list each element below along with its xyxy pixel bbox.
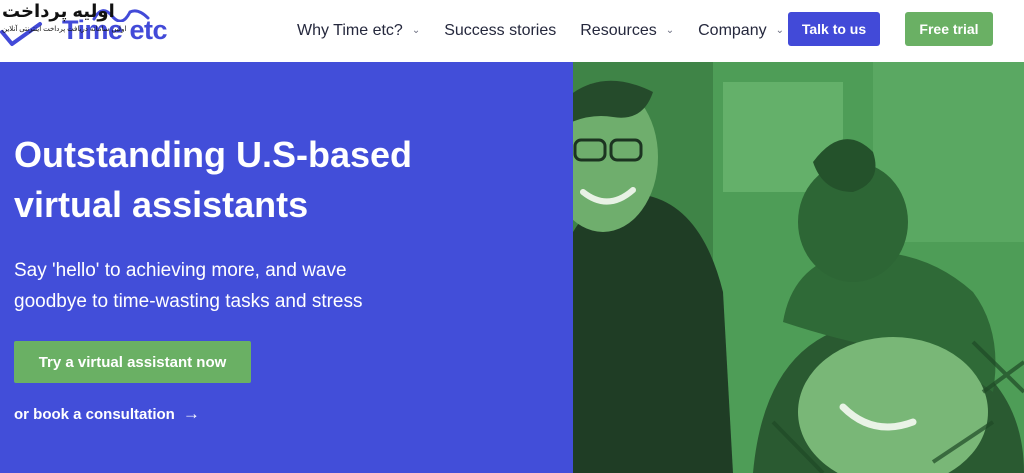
nav-item-company[interactable]: Company ⌄	[698, 22, 784, 40]
hero-title: Outstanding U.S-based virtual assistants	[14, 130, 534, 230]
nav-item-label: Why Time etc?	[297, 22, 403, 39]
free-trial-button[interactable]: Free trial	[905, 12, 993, 46]
nav-item-label: Success stories	[444, 22, 557, 39]
hero-section: Outstanding U.S-based virtual assistants…	[0, 62, 1024, 473]
watermark-subtitle: اولین سامانه دریافت پرداخت اینترنتی آنلا…	[2, 26, 127, 33]
hero-title-line-2: virtual assistants	[14, 184, 309, 225]
hero-photo	[573, 62, 1024, 473]
nav-item-label: Resources	[580, 22, 657, 39]
nav-item-label: Company	[698, 22, 767, 39]
hero-title-line-1: Outstanding U.S-based	[14, 134, 413, 175]
two-people-smiling-photo	[573, 62, 1024, 473]
book-consultation-link[interactable]: or book a consultation →	[14, 404, 200, 424]
arrow-right-icon: →	[182, 404, 200, 423]
brand-logo[interactable]: Time etc اولیه پرداخت اولین سامانه دریاف…	[0, 0, 190, 62]
chevron-down-icon: ⌄	[775, 24, 784, 36]
hero-panel: Outstanding U.S-based virtual assistants…	[0, 62, 573, 473]
nav-item-success-stories[interactable]: Success stories	[444, 22, 556, 40]
book-consultation-label: or book a consultation	[14, 405, 175, 423]
hero-subtitle: Say 'hello' to achieving more, and wave …	[14, 255, 484, 317]
chevron-down-icon: ⌄	[665, 24, 675, 36]
hero-subtitle-line-2: goodbye to time-wasting tasks and stress	[14, 291, 363, 312]
watermark-title: اولیه پرداخت	[2, 1, 115, 21]
try-virtual-assistant-button[interactable]: Try a virtual assistant now	[14, 341, 251, 383]
chevron-down-icon: ⌄	[411, 24, 421, 36]
nav-item-resources[interactable]: Resources ⌄	[580, 22, 674, 40]
nav-item-why-time-etc[interactable]: Why Time etc? ⌄	[297, 22, 420, 40]
main-nav: Why Time etc? ⌄ Success stories Resource…	[297, 0, 784, 62]
site-header: Time etc اولیه پرداخت اولین سامانه دریاف…	[0, 0, 1024, 62]
hero-subtitle-line-1: Say 'hello' to achieving more, and wave	[14, 260, 347, 281]
talk-to-us-button[interactable]: Talk to us	[788, 12, 880, 46]
